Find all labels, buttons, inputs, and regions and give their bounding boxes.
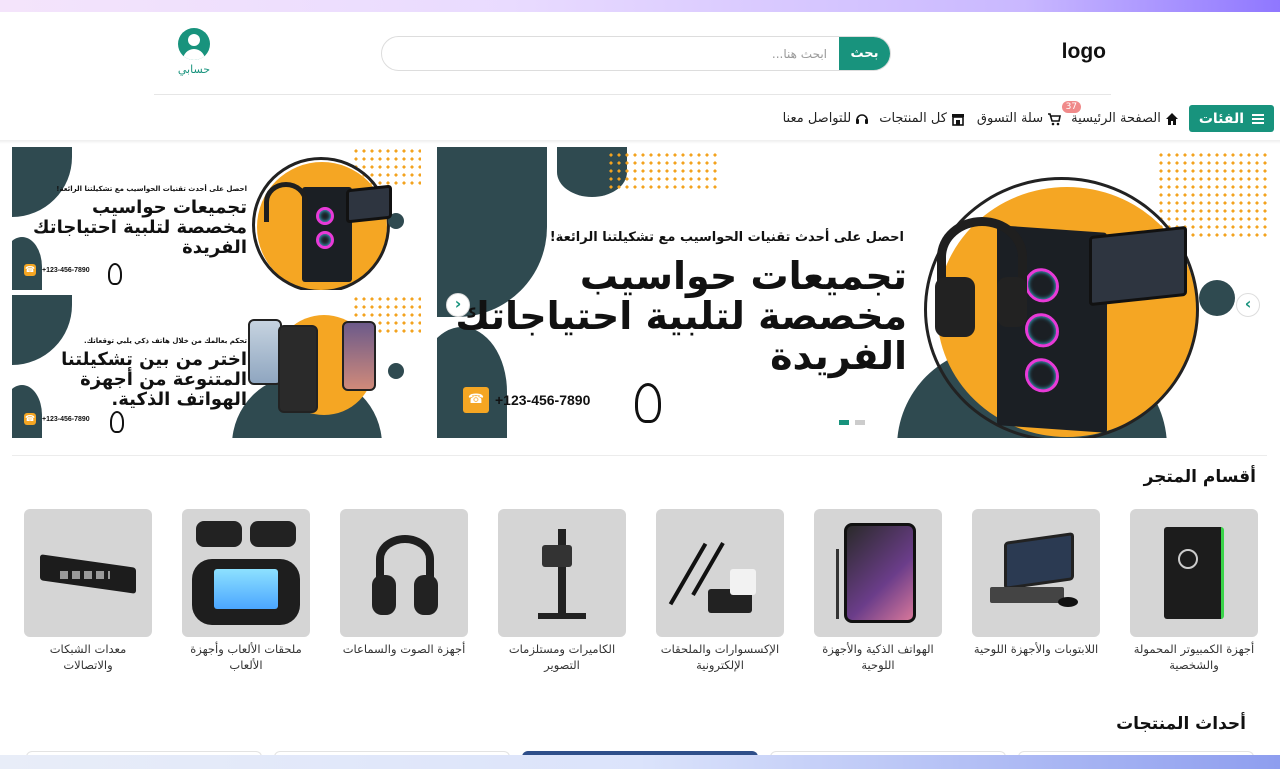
nav-link-products[interactable]: كل المنتجات bbox=[879, 111, 965, 126]
nav-link-products-label: كل المنتجات bbox=[879, 111, 947, 126]
category-label: الهواتف الذكية والأجهزة اللوحية bbox=[822, 642, 934, 673]
category-image-network bbox=[24, 509, 152, 637]
slide-dot-2[interactable] bbox=[855, 420, 865, 425]
telephone-icon: ☎ bbox=[24, 413, 36, 425]
store-icon bbox=[951, 113, 964, 126]
side1-title-line2: مخصصة لتلبية احتياجاتك bbox=[33, 217, 247, 238]
side1-title-line3: الفريدة bbox=[182, 237, 247, 258]
side2-phone-number: +123-456-7890 bbox=[42, 415, 90, 423]
side2-title-line2: المتنوعة من أجهزة bbox=[80, 369, 247, 390]
category-label: ملحقات الألعاب وأجهزة الألعاب bbox=[190, 642, 302, 673]
newest-products-title: أحداث المنتجات bbox=[1116, 714, 1246, 734]
category-label: الكاميرات ومستلزمات التصوير bbox=[508, 642, 616, 673]
nav-link-home[interactable]: الصفحة الرئيسية bbox=[1071, 111, 1179, 126]
side2-subtitle: تحكم بعالمك من خلال هاتف ذكي يلبي توقعات… bbox=[83, 337, 247, 345]
category-label: الإكسسوارات والملحقات الإلكترونية bbox=[660, 642, 780, 673]
category-image-smartphone bbox=[814, 509, 942, 637]
category-card[interactable]: اللابتوبات والأجهزة اللوحية bbox=[972, 509, 1100, 657]
category-label: اللابتوبات والأجهزة اللوحية bbox=[973, 642, 1099, 656]
home-icon bbox=[1165, 112, 1178, 125]
side2-phone: ☎ +123-456-7890 bbox=[24, 413, 90, 425]
category-card[interactable]: الهواتف الذكية والأجهزة اللوحية bbox=[814, 509, 942, 673]
slider-prev-button[interactable]: ‹ bbox=[446, 293, 470, 317]
nav-link-contact[interactable]: للتواصل معنا bbox=[783, 111, 870, 126]
nav-link-cart-label: سلة التسوق bbox=[976, 111, 1044, 126]
side1-phone-number: +123-456-7890 bbox=[42, 266, 90, 274]
hero-subtitle: احصل على أحدث تقنيات الحواسيب مع تشكيلتن… bbox=[549, 230, 904, 245]
section-divider bbox=[12, 455, 1267, 456]
hero-title-line2: مخصصة لتلبية احتياجاتك bbox=[455, 294, 907, 338]
side1-title-line1: تجميعات حواسيب bbox=[92, 197, 247, 218]
search-bar: بحث bbox=[381, 36, 891, 71]
nav-link-home-label: الصفحة الرئيسية bbox=[1071, 111, 1161, 126]
hero-phone-number: +123-456-7890 bbox=[495, 392, 591, 408]
logo[interactable]: logo bbox=[1062, 40, 1106, 64]
cart-count-badge: 37 bbox=[1061, 101, 1082, 113]
hero-banner-computers[interactable]: احصل على أحدث تقنيات الحواسيب مع تشكيلتن… bbox=[437, 147, 1267, 438]
category-card[interactable]: الكاميرات ومستلزمات التصوير bbox=[498, 509, 626, 673]
hero-title-line3: الفريدة bbox=[770, 334, 907, 378]
telephone-icon: ☎ bbox=[463, 387, 489, 413]
side2-title-line1: اختر من بين تشكيلتنا bbox=[61, 349, 247, 370]
categories-button-label: الفئات bbox=[1198, 110, 1244, 127]
telephone-icon: ☎ bbox=[24, 264, 36, 276]
side-banner-computers[interactable]: احصل على أحدث تقنيات الحواسيب مع تشكيلتن… bbox=[12, 147, 421, 290]
header-divider bbox=[154, 94, 1111, 95]
store-sections-title: أقسام المتجر bbox=[1143, 467, 1256, 487]
category-card[interactable]: ملحقات الألعاب وأجهزة الألعاب bbox=[182, 509, 310, 673]
bottom-gradient-strip bbox=[0, 755, 1280, 769]
slide-dot-1[interactable] bbox=[839, 420, 849, 425]
cart-icon bbox=[1048, 112, 1062, 125]
category-label: معدات الشبكات والاتصالات bbox=[49, 642, 127, 673]
headset-icon bbox=[856, 113, 869, 124]
account-link[interactable]: حسابي bbox=[170, 28, 218, 76]
category-image-tablet bbox=[972, 509, 1100, 637]
category-image-headphones bbox=[340, 509, 468, 637]
search-button[interactable]: بحث bbox=[839, 37, 890, 70]
category-image-gaming bbox=[182, 509, 310, 637]
category-image-accessories bbox=[656, 509, 784, 637]
side1-phone: ☎ +123-456-7890 bbox=[24, 264, 90, 276]
hero-title-line1: تجميعات حواسيب bbox=[579, 254, 907, 298]
user-icon bbox=[178, 28, 210, 60]
hero-phone: ☎ +123-456-7890 bbox=[463, 387, 590, 413]
side-banner-phones[interactable]: تحكم بعالمك من خلال هاتف ذكي يلبي توقعات… bbox=[12, 295, 421, 438]
slider-next-button[interactable]: › bbox=[1236, 293, 1260, 317]
tap-hand-icon bbox=[108, 263, 122, 285]
tap-hand-icon bbox=[635, 383, 661, 423]
category-image-desktop bbox=[1130, 509, 1258, 637]
account-label: حسابي bbox=[177, 63, 211, 76]
side2-title-line3: الهواتف الذكية. bbox=[111, 389, 247, 410]
category-card[interactable]: أجهزة الصوت والسماعات bbox=[340, 509, 468, 657]
category-grid: أجهزة الكمبيوتر المحمولة والشخصية اللابت… bbox=[22, 509, 1258, 679]
main-nav: الفئات الصفحة الرئيسية 37 سلة التسوق كل … bbox=[783, 101, 1274, 132]
menu-icon bbox=[1252, 113, 1264, 124]
category-card[interactable]: أجهزة الكمبيوتر المحمولة والشخصية bbox=[1130, 509, 1258, 673]
nav-link-contact-label: للتواصل معنا bbox=[782, 111, 852, 126]
top-gradient-strip bbox=[0, 0, 1280, 12]
category-image-camera bbox=[498, 509, 626, 637]
category-label: أجهزة الكمبيوتر المحمولة والشخصية bbox=[1133, 642, 1255, 673]
categories-button[interactable]: الفئات bbox=[1188, 105, 1274, 132]
category-label: أجهزة الصوت والسماعات bbox=[342, 642, 466, 656]
side1-subtitle: احصل على أحدث تقنيات الحواسيب مع تشكيلتن… bbox=[56, 185, 247, 193]
search-input[interactable] bbox=[382, 37, 839, 70]
category-card[interactable]: معدات الشبكات والاتصالات bbox=[24, 509, 152, 673]
nav-shadow bbox=[0, 140, 1280, 144]
nav-link-cart[interactable]: 37 سلة التسوق bbox=[976, 101, 1082, 126]
category-card[interactable]: الإكسسوارات والملحقات الإلكترونية bbox=[656, 509, 784, 673]
tap-hand-icon bbox=[110, 411, 124, 433]
